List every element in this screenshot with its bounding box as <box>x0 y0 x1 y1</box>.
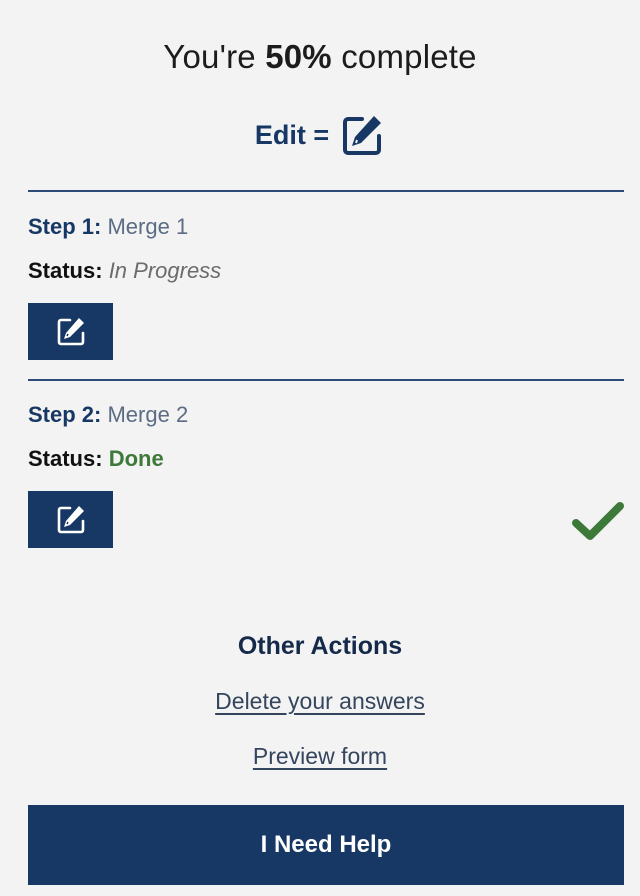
edit-legend-label: Edit = <box>254 119 330 150</box>
step-label: Step 1: <box>28 214 102 239</box>
status-label: Status: <box>28 258 103 283</box>
step-status: Status: Done <box>28 445 624 473</box>
progress-suffix: complete <box>331 38 477 75</box>
step-1: Step 1: Merge 1 Status: In Progress <box>28 213 624 360</box>
step-name: Merge 1 <box>107 214 189 239</box>
other-actions-title: Other Actions <box>237 632 403 660</box>
step-status: Status: In Progress <box>28 257 624 285</box>
divider <box>28 379 624 381</box>
preview-form-link[interactable]: Preview form <box>0 743 640 770</box>
progress-percent: 50% <box>265 38 332 75</box>
step-title: Step 2: Merge 2 <box>28 401 624 429</box>
status-label: Status: <box>28 446 103 471</box>
divider <box>28 190 624 192</box>
edit-legend: Edit = <box>0 112 640 158</box>
edit-pencil-icon <box>57 317 84 345</box>
step-title: Step 1: Merge 1 <box>28 213 624 241</box>
progress-title: You're 50% complete <box>0 38 640 76</box>
step-2: Step 2: Merge 2 Status: Done <box>28 401 624 548</box>
progress-prefix: You're <box>163 38 266 75</box>
edit-pencil-icon <box>343 116 382 155</box>
edit-pencil-icon <box>57 505 84 533</box>
edit-step-1-button[interactable] <box>28 303 113 360</box>
edit-step-2-button[interactable] <box>28 491 113 548</box>
help-button[interactable]: I Need Help <box>28 805 624 885</box>
delete-answers-link[interactable]: Delete your answers <box>0 688 640 715</box>
status-value: Done <box>108 446 164 471</box>
step-name: Merge 2 <box>107 402 189 427</box>
checkmark-icon <box>572 502 624 540</box>
status-value: In Progress <box>108 258 222 283</box>
step-label: Step 2: <box>28 402 102 427</box>
